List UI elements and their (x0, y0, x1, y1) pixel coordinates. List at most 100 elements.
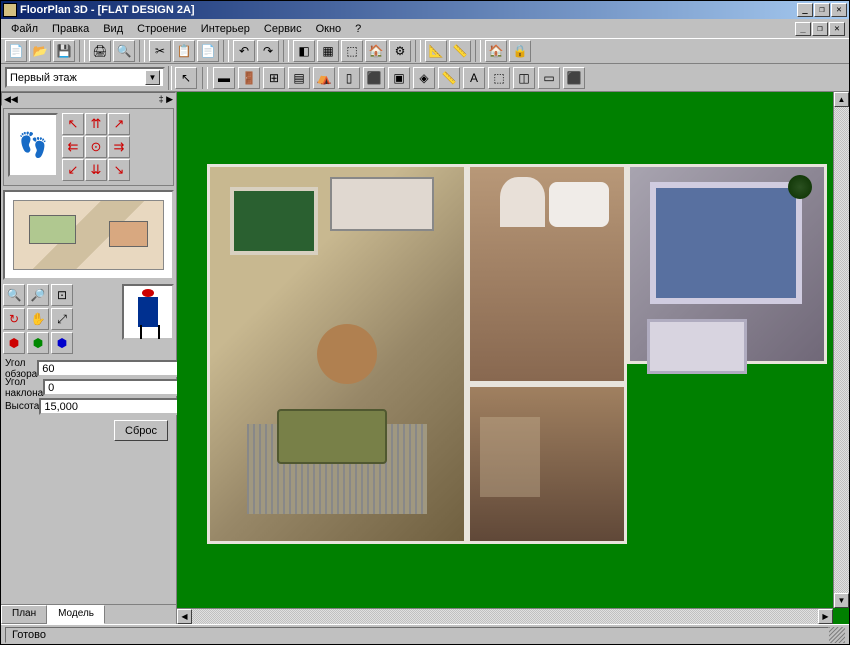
angle-tilt-label: Угол наклона (5, 377, 43, 399)
reset-button[interactable]: Сброс (114, 420, 168, 441)
menu-edit[interactable]: Правка (46, 22, 95, 36)
object-tool-3[interactable]: ◈ (413, 67, 435, 89)
nav-sw[interactable]: ↙ (62, 159, 84, 181)
preview-button[interactable]: 🔍 (113, 40, 135, 62)
column-tool[interactable]: ▯ (338, 67, 360, 89)
wall-tool[interactable]: ▬ (213, 67, 235, 89)
nav-ne[interactable]: ↗ (108, 113, 130, 135)
menu-help[interactable]: ? (349, 22, 367, 36)
minimize-button[interactable]: _ (797, 3, 813, 17)
zoom-out-button[interactable]: 🔎 (27, 284, 49, 306)
tool-d[interactable]: 🏠 (365, 40, 387, 62)
tool-a[interactable]: ◧ (293, 40, 315, 62)
resize-grip-icon[interactable] (829, 627, 845, 643)
zoom-in-button[interactable]: 🔍 (3, 284, 25, 306)
measure-tool[interactable]: 📏 (438, 67, 460, 89)
copy-button[interactable]: 📋 (173, 40, 195, 62)
titlebar[interactable]: FloorPlan 3D - [FLAT DESIGN 2A] _ ❐ ✕ (1, 1, 849, 19)
plan-preview[interactable] (3, 190, 174, 280)
camera-icon (138, 297, 158, 327)
sidebar-ruler[interactable]: ◀◀ ‡ ▶ (1, 92, 176, 106)
tool-h[interactable]: 🏠 (485, 40, 507, 62)
scroll-right-button[interactable]: ▶ (818, 609, 833, 624)
pointer-tool[interactable]: ↖ (175, 67, 197, 89)
room-bathroom (467, 164, 627, 384)
viewport-3d[interactable]: ▲ ▼ ◀ ▶ (177, 92, 849, 624)
new-button[interactable]: 📄 (5, 40, 27, 62)
tool-b[interactable]: ▦ (317, 40, 339, 62)
menu-structure[interactable]: Строение (131, 22, 193, 36)
door-tool[interactable]: 🚪 (238, 67, 260, 89)
nav-e[interactable]: ⇉ (108, 136, 130, 158)
nav-nw[interactable]: ↖ (62, 113, 84, 135)
cut-button[interactable]: ✂ (149, 40, 171, 62)
scroll-up-button[interactable]: ▲ (834, 92, 849, 107)
restore-button[interactable]: ❐ (814, 3, 830, 17)
tool-c[interactable]: ⬚ (341, 40, 363, 62)
nav-w[interactable]: ⇇ (62, 136, 84, 158)
cube-red-icon[interactable]: ⬢ (3, 332, 25, 354)
nav-s[interactable]: ⇊ (85, 159, 107, 181)
camera-preview[interactable] (122, 284, 174, 340)
view-tool-a[interactable]: ⤢ (51, 308, 73, 330)
zoom-fit-button[interactable]: ⊡ (51, 284, 73, 306)
scroll-v-track[interactable] (834, 107, 849, 593)
angle-view-input[interactable] (37, 360, 189, 377)
text-tool[interactable]: A (463, 67, 485, 89)
menu-file[interactable]: Файл (5, 22, 44, 36)
tool-f[interactable]: 📐 (425, 40, 447, 62)
menubar: Файл Правка Вид Строение Интерьер Сервис… (1, 19, 849, 38)
object-tool-7[interactable]: ⬛ (563, 67, 585, 89)
render-scene (207, 164, 827, 544)
scrollbar-vertical[interactable]: ▲ ▼ (833, 92, 849, 608)
roof-tool[interactable]: ⛺ (313, 67, 335, 89)
object-tool-2[interactable]: ▣ (388, 67, 410, 89)
open-button[interactable]: 📂 (29, 40, 51, 62)
angle-tilt-input[interactable] (43, 379, 195, 396)
walk-mode-icon[interactable]: 👣 (8, 113, 58, 177)
menu-window[interactable]: Окно (310, 22, 348, 36)
scroll-h-track[interactable] (192, 609, 818, 624)
tab-model[interactable]: Модель (47, 605, 105, 624)
stairs-tool[interactable]: ▤ (288, 67, 310, 89)
menu-service[interactable]: Сервис (258, 22, 308, 36)
object-tool-5[interactable]: ◫ (513, 67, 535, 89)
cube-green-icon[interactable]: ⬢ (27, 332, 49, 354)
scrollbar-horizontal[interactable]: ◀ ▶ (177, 608, 833, 624)
cube-blue-icon[interactable]: ⬢ (51, 332, 73, 354)
nav-center[interactable]: ⊙ (85, 136, 107, 158)
scroll-left-button[interactable]: ◀ (177, 609, 192, 624)
chevron-down-icon: ▼ (145, 70, 160, 85)
window-tool[interactable]: ⊞ (263, 67, 285, 89)
window-title: FloorPlan 3D - [FLAT DESIGN 2A] (20, 4, 797, 16)
sofa-icon (277, 409, 387, 464)
object-tool-4[interactable]: ⬚ (488, 67, 510, 89)
tab-plan[interactable]: План (1, 605, 47, 624)
mdi-close-button[interactable]: ✕ (829, 22, 845, 36)
object-tool-1[interactable]: ⬛ (363, 67, 385, 89)
sidebar: ◀◀ ‡ ▶ 👣 ↖ ⇈ ↗ ⇇ ⊙ ⇉ ↙ ⇊ ↘ (1, 92, 177, 624)
mdi-restore-button[interactable]: ❐ (812, 22, 828, 36)
redo-button[interactable]: ↷ (257, 40, 279, 62)
app-icon (3, 3, 17, 17)
mdi-minimize-button[interactable]: _ (795, 22, 811, 36)
nav-n[interactable]: ⇈ (85, 113, 107, 135)
pan-button[interactable]: ✋ (27, 308, 49, 330)
paste-button[interactable]: 📄 (197, 40, 219, 62)
height-input[interactable] (39, 398, 191, 415)
floor-selector[interactable]: Первый этаж ▼ (5, 67, 165, 88)
object-tool-6[interactable]: ▭ (538, 67, 560, 89)
undo-button[interactable]: ↶ (233, 40, 255, 62)
nav-se[interactable]: ↘ (108, 159, 130, 181)
close-button[interactable]: ✕ (831, 3, 847, 17)
menu-view[interactable]: Вид (97, 22, 129, 36)
tool-e[interactable]: ⚙ (389, 40, 411, 62)
tool-g[interactable]: 📏 (449, 40, 471, 62)
save-button[interactable]: 💾 (53, 40, 75, 62)
tool-i[interactable]: 🔒 (509, 40, 531, 62)
scroll-down-button[interactable]: ▼ (834, 593, 849, 608)
menu-interior[interactable]: Интерьер (195, 22, 256, 36)
print-button[interactable]: 🖨 (89, 40, 111, 62)
sidebar-tabs: План Модель (1, 604, 176, 624)
rotate-button[interactable]: ↻ (3, 308, 25, 330)
